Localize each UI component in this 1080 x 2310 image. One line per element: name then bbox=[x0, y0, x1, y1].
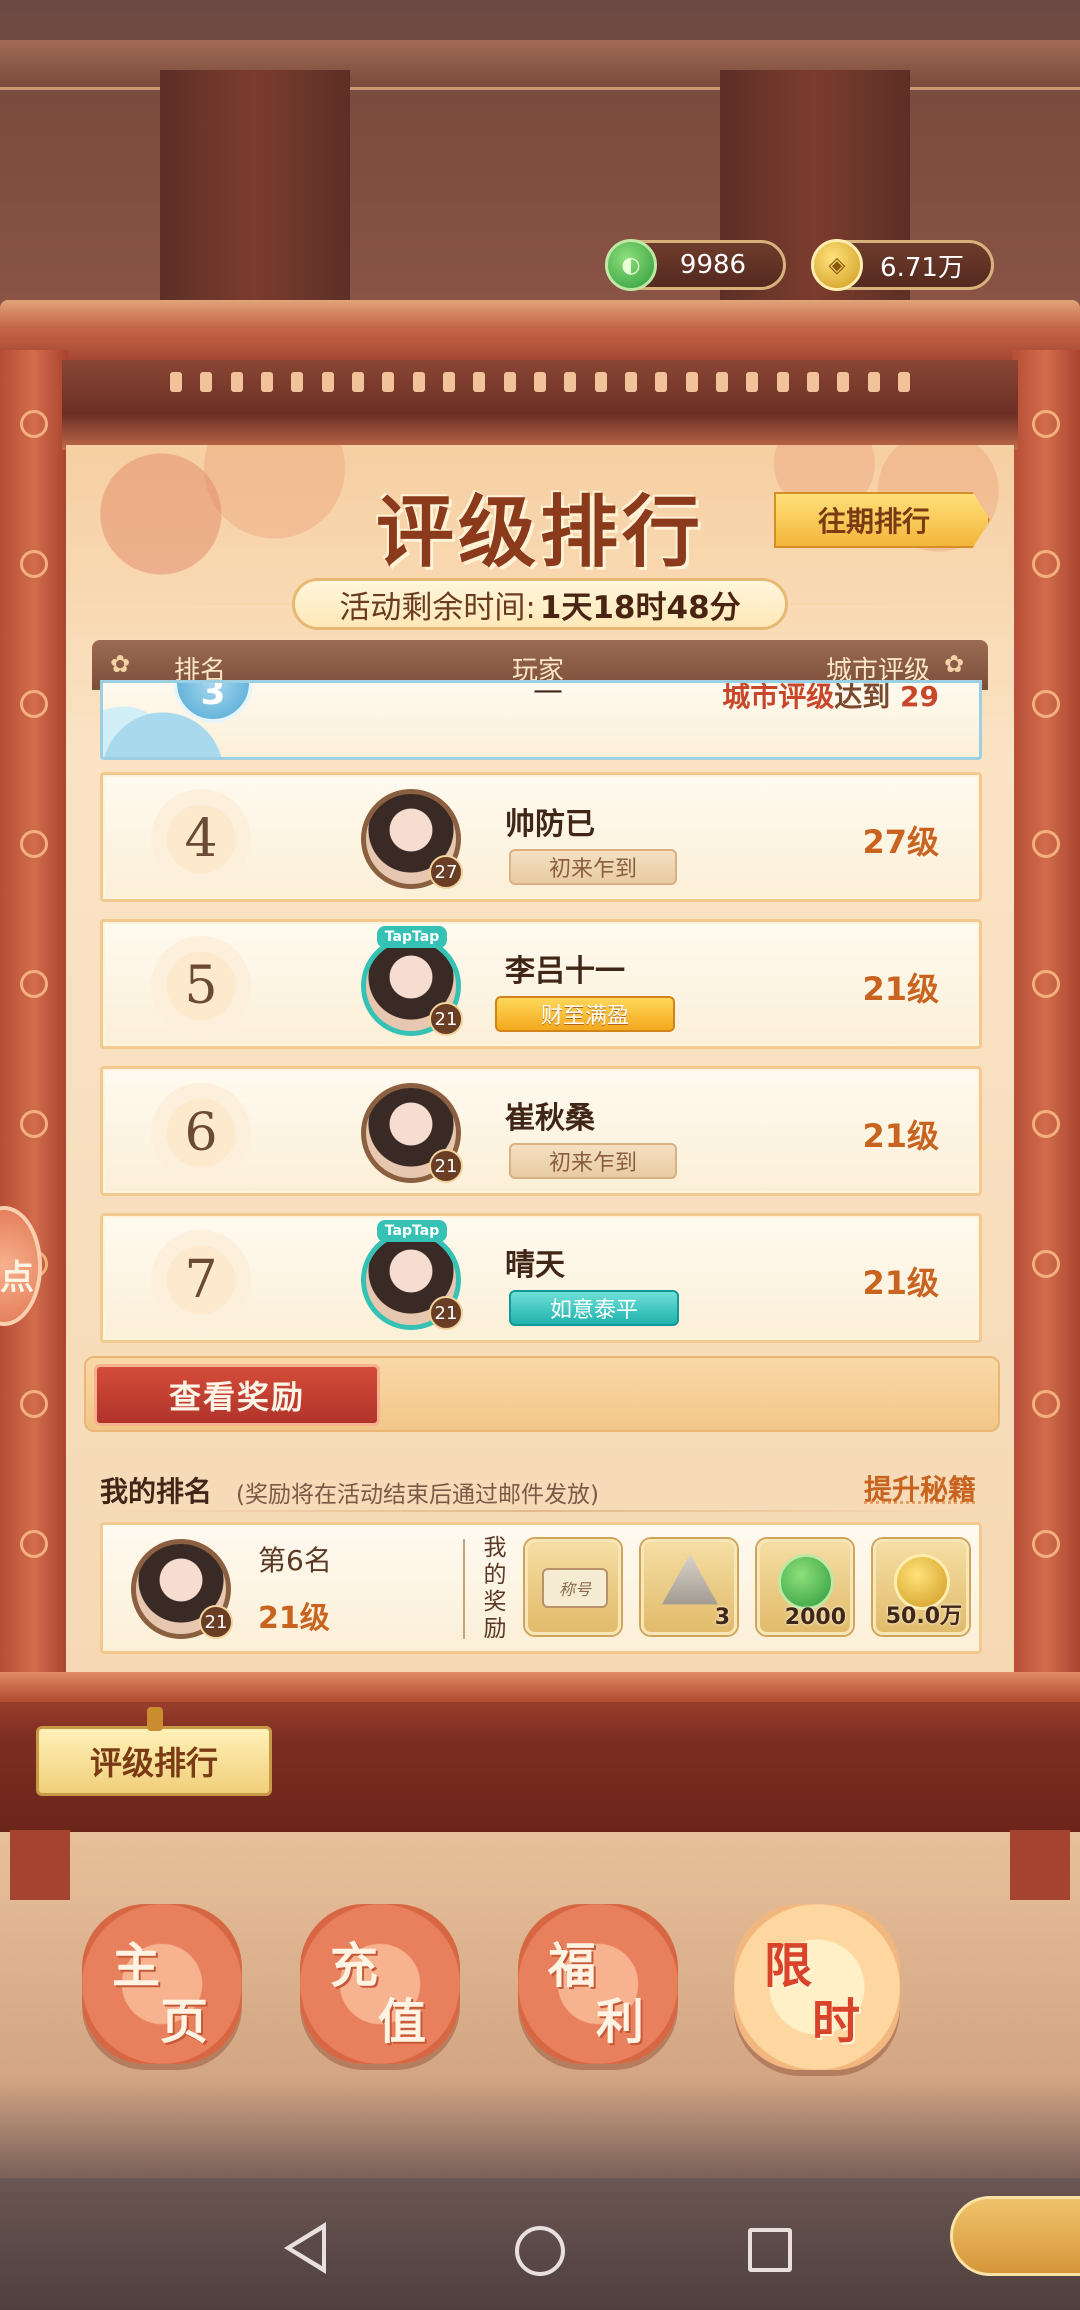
boost-tips-link[interactable]: 提升秘籍 bbox=[864, 1468, 976, 1508]
table-row[interactable]: 6 21 崔秋桑 初来乍到 21级 bbox=[100, 1066, 982, 1196]
view-rewards-button[interactable]: 查看奖励 bbox=[94, 1364, 380, 1426]
return-button[interactable] bbox=[950, 2196, 1080, 2276]
nav-label: 时 bbox=[812, 1994, 861, 2050]
gold-currency[interactable]: ◈ 6.71万 bbox=[811, 239, 994, 291]
nav-label: 福 bbox=[548, 1938, 597, 1994]
nav-recharge-button[interactable]: 充 值 bbox=[300, 1904, 460, 2064]
gold-amount: 6.71万 bbox=[880, 252, 964, 283]
reward-qty: 50.0万 bbox=[885, 1604, 962, 1629]
player-title-tag: 初来乍到 bbox=[509, 849, 677, 885]
table-row[interactable]: 7 TapTap 21 晴天 如意泰平 21级 bbox=[100, 1213, 982, 1343]
side-button-label: 点 bbox=[0, 1258, 34, 1298]
gold-coin-icon: ◈ bbox=[811, 239, 863, 291]
city-level: 21级 bbox=[862, 970, 939, 1008]
avatar-level-badge: 27 bbox=[429, 855, 463, 889]
nav-limited-button[interactable]: 限 时 bbox=[734, 1904, 900, 2070]
city-level: 21级 bbox=[862, 1264, 939, 1302]
reward-item[interactable]: 称号 bbox=[525, 1539, 621, 1635]
tent-icon bbox=[662, 1554, 718, 1605]
nav-label: 主 bbox=[112, 1938, 161, 1994]
my-rank-note: (奖励将在活动结束后通过邮件发放) bbox=[236, 1482, 599, 1508]
cabinet-decor-dots bbox=[170, 372, 910, 392]
background-pillar bbox=[160, 70, 350, 310]
reward-qty: 3 bbox=[714, 1605, 730, 1630]
rank-number: 4 bbox=[151, 789, 251, 889]
avatar-level-badge: 21 bbox=[429, 1002, 463, 1036]
flower-icon: ✿ bbox=[944, 650, 965, 678]
nav-label: 充 bbox=[330, 1938, 379, 1994]
past-ranking-button[interactable]: 往期排行 bbox=[774, 492, 990, 548]
page-title: 评级排行 bbox=[375, 487, 704, 578]
my-rewards-label: 我的奖励 bbox=[483, 1535, 507, 1642]
my-rank-card: 21 第6名 21级 我的奖励 称号 3 2000 50.0万 bbox=[100, 1522, 982, 1654]
title-plaque-icon: 称号 bbox=[542, 1568, 608, 1608]
player-name: 晴天 bbox=[505, 1248, 565, 1283]
city-level: 27级 bbox=[862, 823, 939, 861]
divider bbox=[100, 1510, 980, 1512]
player-title-tag: 初来乍到 bbox=[509, 1143, 677, 1179]
divider bbox=[463, 1539, 465, 1639]
flower-icon: ✿ bbox=[110, 650, 131, 678]
rank-number: 3 bbox=[200, 680, 226, 713]
table-row[interactable]: 3 — 城市评级达到 29 bbox=[100, 680, 982, 760]
city-level: 21级 bbox=[862, 1117, 939, 1155]
timer-line-right bbox=[780, 603, 930, 605]
player-name: 崔秋桑 bbox=[505, 1101, 595, 1136]
taptap-badge: TapTap bbox=[377, 1220, 447, 1242]
cabinet-foot bbox=[10, 1830, 70, 1900]
nav-home-button[interactable]: 主 页 bbox=[82, 1904, 242, 2064]
rank-number: 6 bbox=[151, 1083, 251, 1183]
my-level: 21级 bbox=[258, 1601, 330, 1636]
reward-item[interactable]: 3 bbox=[641, 1539, 737, 1635]
reward-qty: 2000 bbox=[784, 1605, 846, 1630]
nav-welfare-button[interactable]: 福 利 bbox=[518, 1904, 678, 2064]
taptap-badge: TapTap bbox=[377, 926, 447, 948]
rank-condition: 城市评级达到 29 bbox=[722, 680, 939, 713]
rank-number: 7 bbox=[151, 1230, 251, 1330]
cabinet-right-post bbox=[1012, 350, 1080, 1690]
cabinet-left-post bbox=[0, 350, 68, 1690]
avatar-level-badge: 21 bbox=[199, 1605, 233, 1639]
player-name: 帅防已 bbox=[505, 807, 595, 842]
player-title-tag: 财至满盈 bbox=[495, 996, 675, 1032]
jade-coin-icon bbox=[778, 1554, 834, 1610]
player-name: — bbox=[533, 680, 563, 708]
my-rank-title: 我的排名 bbox=[100, 1475, 213, 1508]
reward-item[interactable]: 50.0万 bbox=[873, 1539, 969, 1635]
nav-label: 值 bbox=[378, 1994, 427, 2050]
table-row[interactable]: 5 TapTap 21 李吕十一 财至满盈 21级 bbox=[100, 919, 982, 1049]
timer-label: 活动剩余时间: bbox=[339, 589, 536, 626]
timer-value: 1天18时48分 bbox=[539, 589, 741, 626]
jade-currency[interactable]: ◐ 9986 bbox=[605, 239, 786, 291]
rank-number: 5 bbox=[151, 936, 251, 1036]
recent-apps-icon[interactable] bbox=[748, 2228, 792, 2272]
jade-coin-icon: ◐ bbox=[605, 239, 657, 291]
player-name: 李吕十一 bbox=[505, 954, 625, 989]
nav-label: 限 bbox=[764, 1938, 813, 1994]
table-row[interactable]: 4 27 帅防已 初来乍到 27级 bbox=[100, 772, 982, 902]
my-place: 第6名 bbox=[258, 1544, 332, 1577]
player-title-tag: 如意泰平 bbox=[509, 1290, 679, 1326]
timer-line-left bbox=[150, 603, 300, 605]
avatar-level-badge: 21 bbox=[429, 1296, 463, 1330]
nav-label: 页 bbox=[160, 1994, 209, 2050]
cabinet-foot bbox=[1010, 1830, 1070, 1900]
tab-rating-ranking[interactable]: 评级排行 bbox=[36, 1707, 272, 1796]
event-timer: 活动剩余时间: 1天18时48分 bbox=[292, 578, 788, 630]
home-icon[interactable] bbox=[515, 2226, 565, 2276]
back-icon-inner bbox=[292, 2230, 322, 2266]
cabinet-ledge bbox=[0, 1672, 1080, 1702]
reward-item[interactable]: 2000 bbox=[757, 1539, 853, 1635]
jade-amount: 9986 bbox=[679, 250, 747, 280]
avatar-level-badge: 21 bbox=[429, 1149, 463, 1183]
nav-label: 利 bbox=[596, 1994, 645, 2050]
